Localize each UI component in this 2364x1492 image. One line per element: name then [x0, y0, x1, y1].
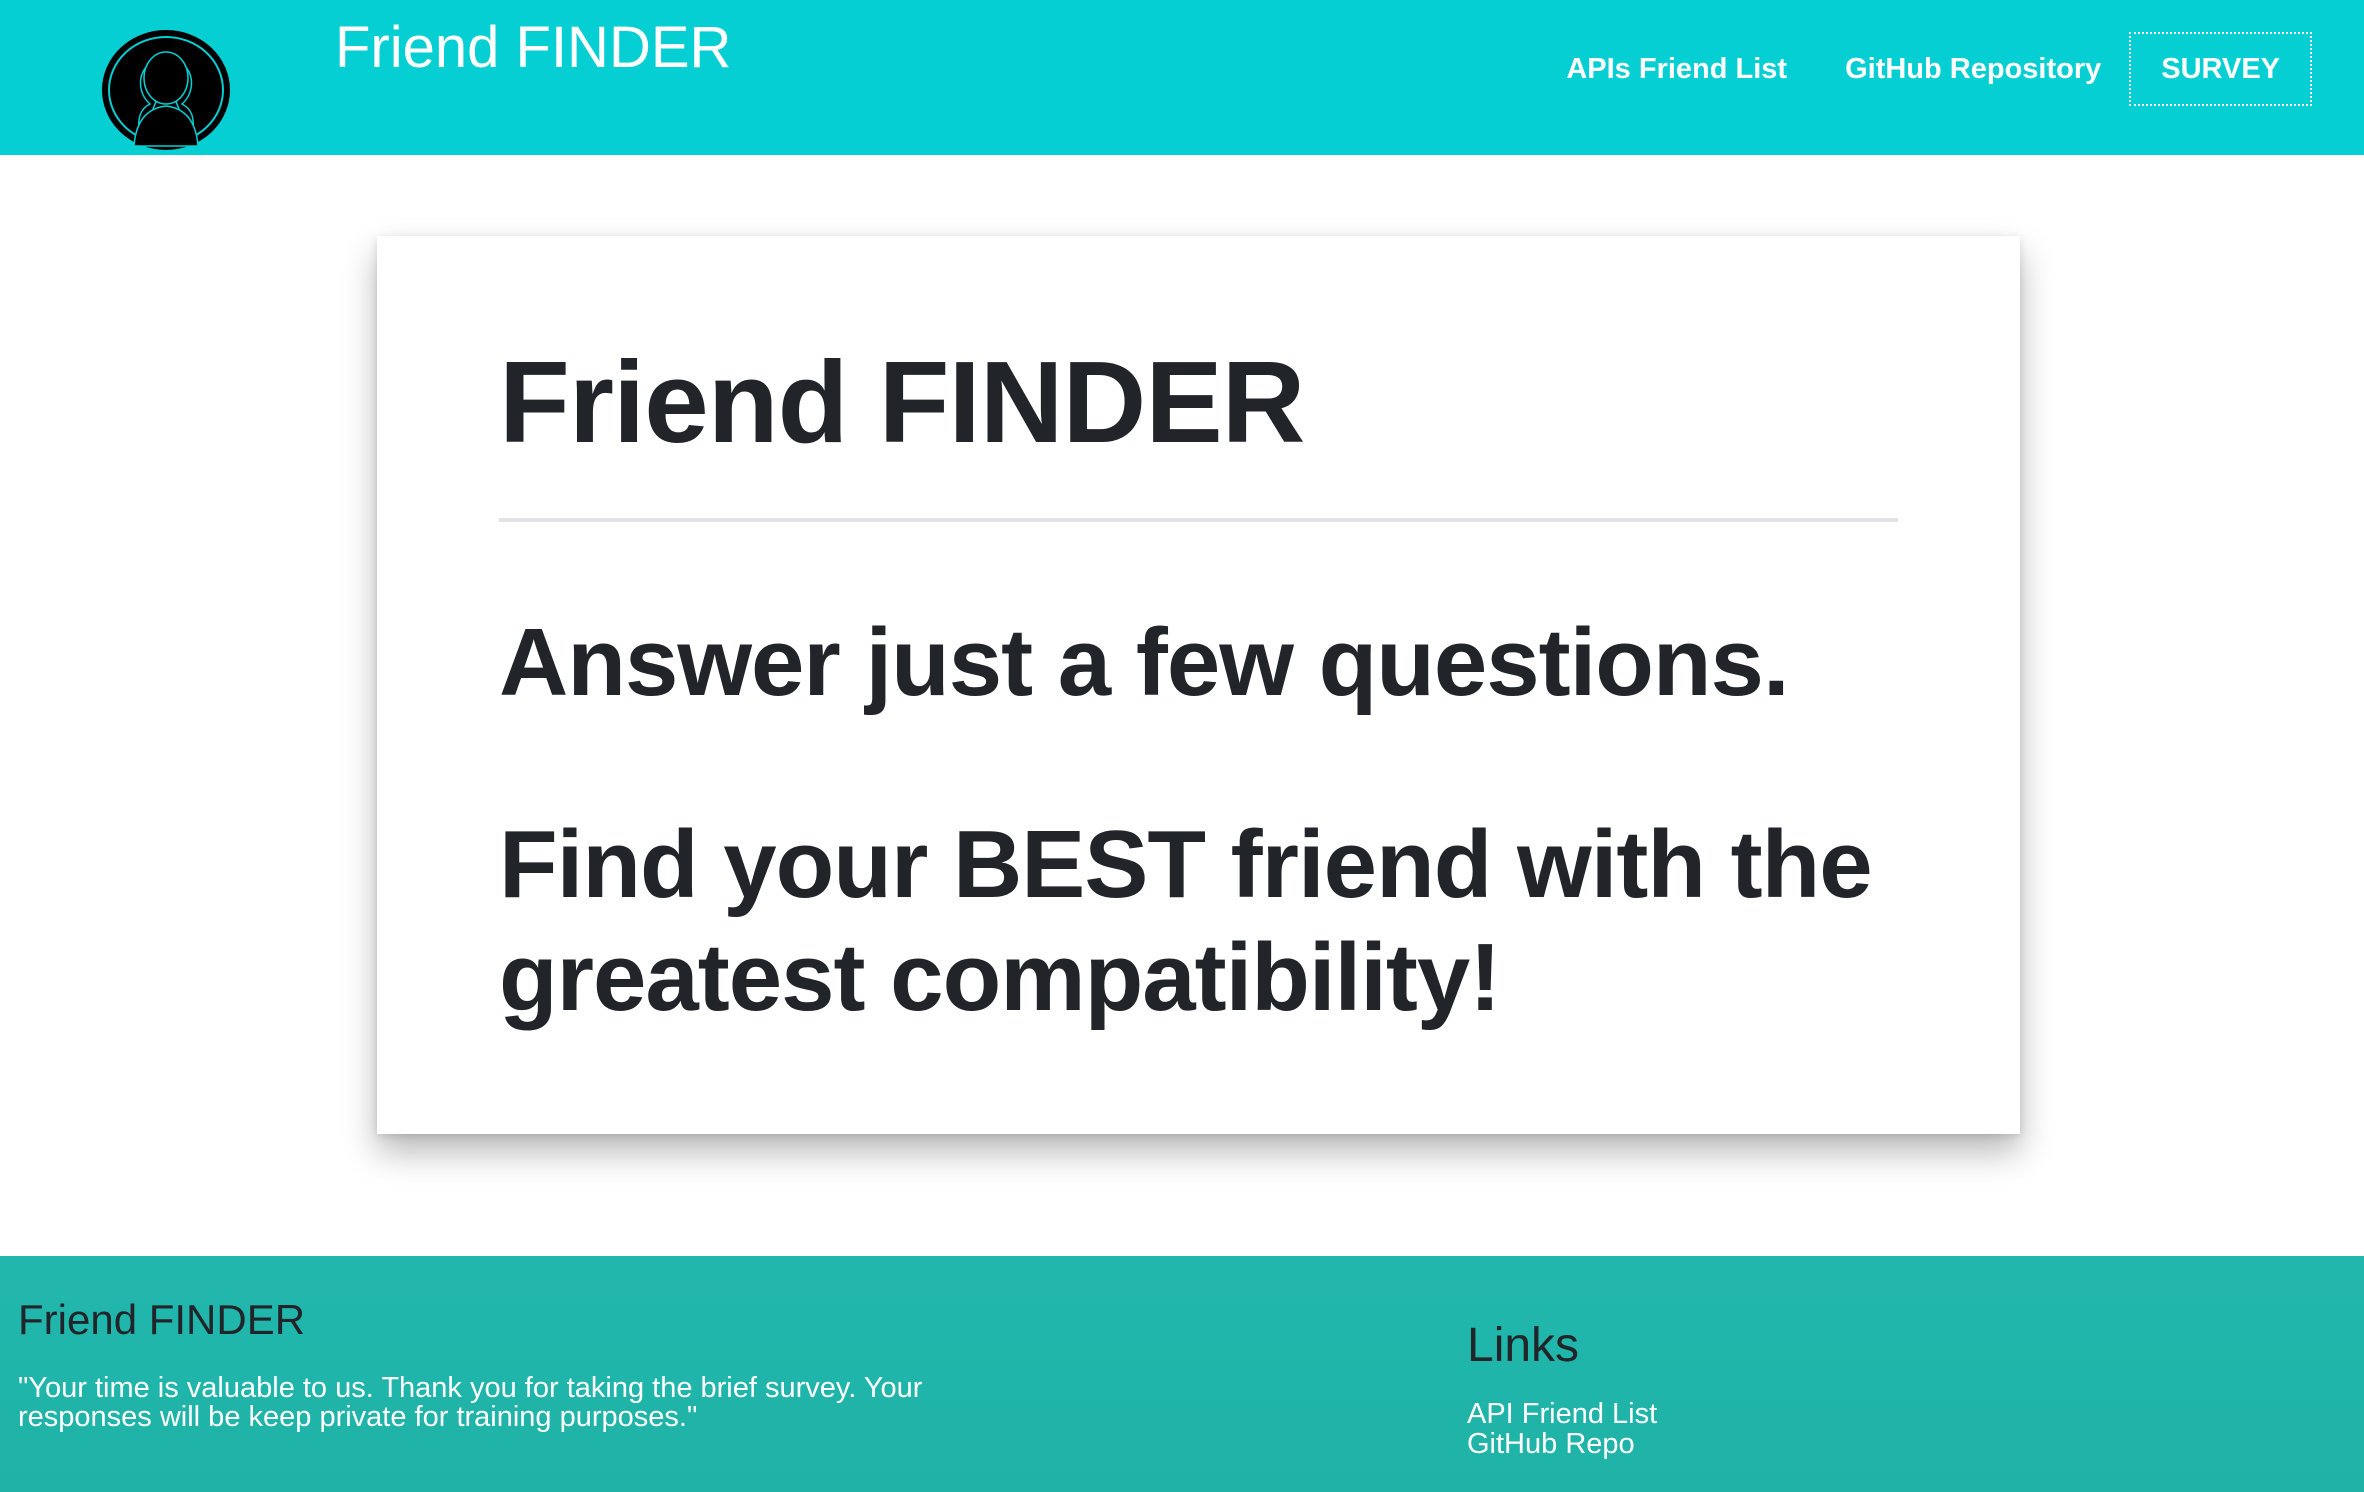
footer-link-api-friend-list[interactable]: API Friend List [1467, 1400, 1657, 1429]
footer-links-heading: Links [1467, 1319, 1580, 1372]
nav-link-api-friend-list[interactable]: APIs Friend List [1566, 32, 1787, 106]
nav-link-github-repository[interactable]: GitHub Repository [1845, 32, 2101, 106]
footer: Friend FINDER "Your time is valuable to … [0, 1256, 2364, 1492]
jumbotron-subtagline: Find your BEST friend with the greatest … [499, 811, 1873, 1032]
footer-link-github-repo[interactable]: GitHub Repo [1467, 1430, 1635, 1459]
navbar: Friend FINDER APIs Friend List GitHub Re… [0, 0, 2364, 155]
nav-link-survey[interactable]: SURVEY [2129, 32, 2312, 106]
footer-quote: "Your time is valuable to us. Thank you … [18, 1372, 923, 1433]
footer-brand: Friend FINDER [18, 1296, 306, 1343]
nav-links: APIs Friend List GitHub Repository SURVE… [1508, 32, 2312, 106]
navbar-brand[interactable]: Friend FINDER [335, 16, 731, 80]
jumbotron-card: Friend FINDER Answer just a few question… [377, 236, 2020, 1134]
jumbotron-title: Friend FINDER [499, 337, 1305, 467]
divider [499, 518, 1898, 522]
jumbotron-tagline: Answer just a few questions. [499, 609, 1790, 716]
people-silhouette-icon[interactable] [100, 28, 233, 153]
